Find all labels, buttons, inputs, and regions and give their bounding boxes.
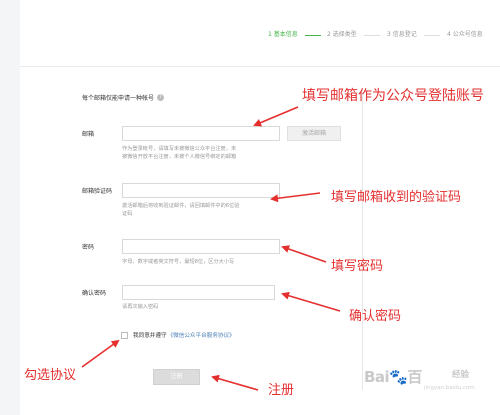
- paw-icon: 🐾: [389, 368, 408, 386]
- arrow-email: [253, 106, 299, 127]
- arrow-register: [211, 374, 259, 391]
- annotation-code: 填写邮箱收到的验证码: [331, 190, 462, 205]
- arrow-agree: [81, 339, 120, 368]
- annotation-confirm: 确认密码: [349, 309, 402, 324]
- arrow-code: [270, 192, 321, 203]
- watermark-url: jingyan.baidu.com: [424, 385, 475, 391]
- annotation-arrows: [81, 106, 341, 391]
- annotation-email: 填写邮箱作为公众号登陆账号: [302, 88, 484, 104]
- arrow-confirm: [281, 291, 341, 312]
- watermark-logo: Bai🐾百: [364, 368, 422, 386]
- arrow-password: [281, 245, 327, 263]
- watermark-text: 经验: [452, 370, 470, 380]
- annotation-password: 填写密码: [331, 259, 384, 274]
- annotation-agree: 勾选协议: [24, 368, 77, 383]
- annotation-register: 注册: [268, 383, 295, 398]
